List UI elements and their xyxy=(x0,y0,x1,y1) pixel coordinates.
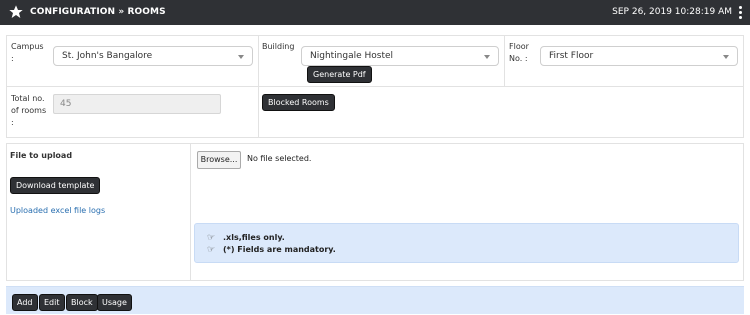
campus-label: Campus : xyxy=(11,42,44,63)
pointing-hand-icon: ☞ xyxy=(207,233,216,243)
blocked-rooms-button[interactable]: Blocked Rooms xyxy=(262,94,335,111)
star-icon[interactable] xyxy=(8,4,24,20)
total-rooms-field: 45 xyxy=(53,94,221,114)
building-select-value: Nightingale Hostel xyxy=(310,51,394,61)
chevron-down-icon xyxy=(723,55,729,59)
file-to-upload-label: File to upload xyxy=(10,151,73,160)
total-rooms-value: 45 xyxy=(60,99,72,109)
notice-text: .xls,files only. xyxy=(223,233,285,242)
divider xyxy=(190,144,191,280)
floor-label: Floor No. : xyxy=(509,42,529,63)
page-title: CONFIGURATION » ROOMS xyxy=(30,7,166,17)
floor-select-value: First Floor xyxy=(549,51,594,61)
floor-select[interactable]: First Floor xyxy=(540,46,738,66)
divider xyxy=(258,87,259,137)
download-template-button[interactable]: Download template xyxy=(10,177,101,194)
upload-notice: ☞ .xls,files only. ☞ (*) Fields are mandat… xyxy=(194,223,739,263)
action-bar: Add Edit Block Usage xyxy=(6,286,744,314)
notice-text: (*) Fields are mandatory. xyxy=(223,245,336,254)
divider xyxy=(504,36,505,86)
divider xyxy=(258,36,259,86)
notice-line: ☞ (*) Fields are mandatory. xyxy=(207,245,336,255)
notice-line: ☞ .xls,files only. xyxy=(207,233,285,243)
add-button[interactable]: Add xyxy=(12,294,38,311)
no-file-text: No file selected. xyxy=(247,154,312,163)
campus-select-value: St. John's Bangalore xyxy=(62,51,153,61)
building-select[interactable]: Nightingale Hostel xyxy=(301,46,499,66)
top-bar: CONFIGURATION » ROOMS SEP 26, 2019 10:28… xyxy=(0,0,750,25)
uploaded-logs-link[interactable]: Uploaded excel file logs xyxy=(10,205,105,217)
building-label: Building xyxy=(262,42,295,51)
browse-button[interactable]: Browse... xyxy=(197,151,241,169)
total-rooms-label: Total no. of rooms : xyxy=(11,94,47,127)
chevron-down-icon xyxy=(238,55,244,59)
usage-button[interactable]: Usage xyxy=(97,294,132,311)
block-button[interactable]: Block xyxy=(66,294,98,311)
datetime-display: SEP 26, 2019 10:28:19 AM xyxy=(612,7,732,17)
campus-select[interactable]: St. John's Bangalore xyxy=(53,46,253,66)
more-options-icon[interactable] xyxy=(739,6,743,19)
edit-button[interactable]: Edit xyxy=(39,294,65,311)
generate-pdf-button[interactable]: Generate Pdf xyxy=(307,66,372,83)
rooms-panel: Total no. of rooms : 45 Blocked Rooms xyxy=(6,86,744,138)
chevron-down-icon xyxy=(484,55,490,59)
filter-panel: Campus : St. John's Bangalore Building N… xyxy=(6,35,744,87)
pointing-hand-icon: ☞ xyxy=(207,245,216,255)
